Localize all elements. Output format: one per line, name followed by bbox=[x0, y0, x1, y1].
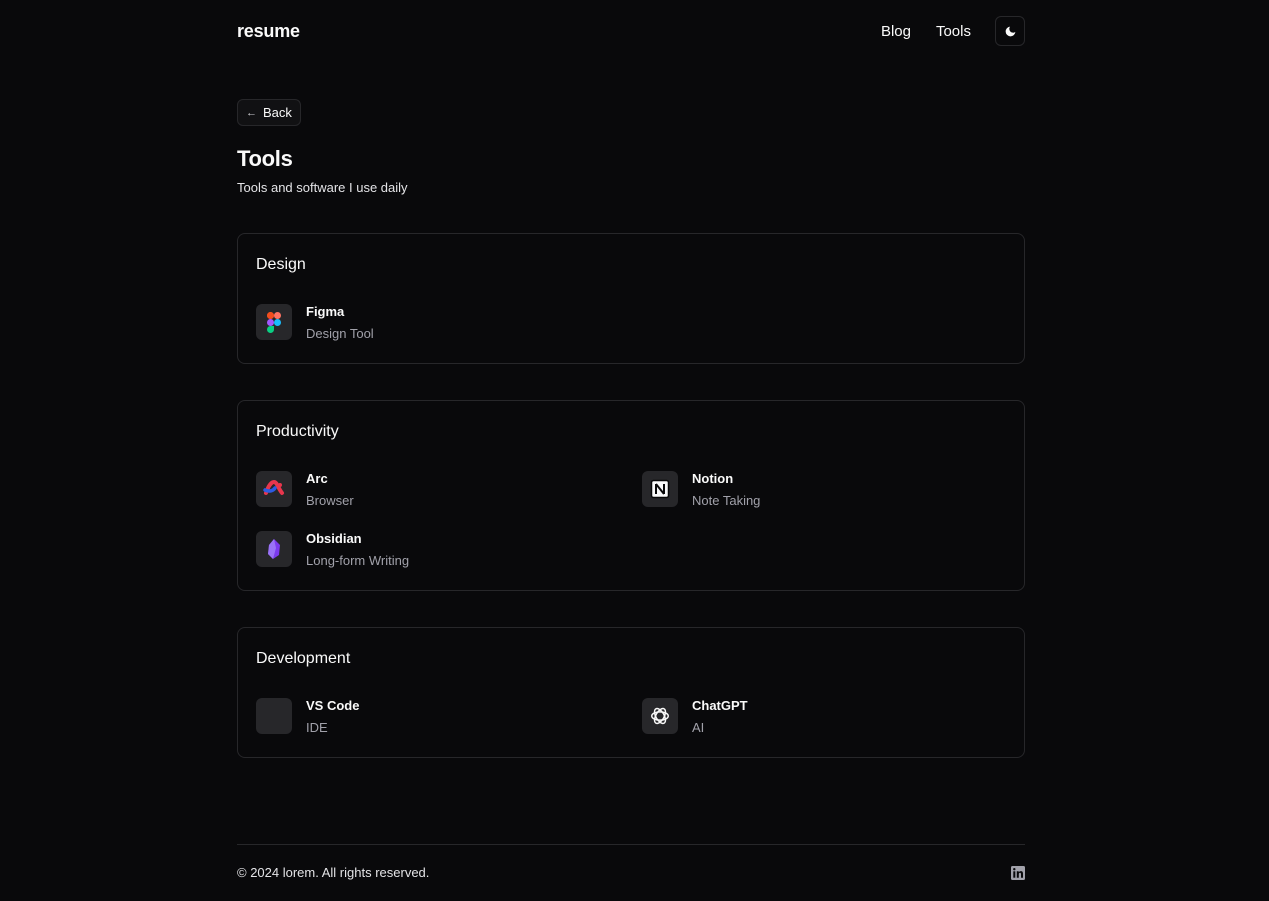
back-button-label: Back bbox=[263, 105, 292, 120]
tool-item-vscode[interactable]: VS Code IDE bbox=[256, 698, 359, 736]
tool-item-figma[interactable]: Figma Design Tool bbox=[256, 304, 374, 342]
tool-name: Obsidian bbox=[306, 531, 362, 546]
brand-logo[interactable]: resume bbox=[237, 21, 300, 42]
nav-link-tools[interactable]: Tools bbox=[936, 23, 971, 40]
section-design: Design Figma Design Tool bbox=[237, 233, 1025, 364]
arrow-left-icon: ← bbox=[246, 106, 257, 119]
section-title: Design bbox=[256, 256, 306, 273]
page-container: resume Blog Tools ← Back Tools Tools and… bbox=[237, 0, 1025, 901]
section-title: Development bbox=[256, 650, 351, 667]
tool-item-arc[interactable]: Arc Browser bbox=[256, 471, 354, 509]
tool-description: Note Taking bbox=[692, 493, 761, 508]
tool-name: VS Code bbox=[306, 698, 360, 713]
moon-icon bbox=[1005, 26, 1015, 36]
tool-name: Notion bbox=[692, 471, 734, 486]
section-productivity: Productivity Arc Browser Notion Note Tak… bbox=[237, 400, 1025, 591]
page-title: Tools bbox=[237, 146, 293, 171]
main-nav: Blog Tools bbox=[856, 16, 1025, 46]
page-subtitle: Tools and software I use daily bbox=[237, 180, 408, 195]
theme-toggle-button[interactable] bbox=[995, 16, 1025, 46]
nav-link-blog[interactable]: Blog bbox=[881, 23, 911, 40]
tool-name: ChatGPT bbox=[692, 698, 748, 713]
vscode-icon bbox=[256, 698, 292, 734]
copyright-text: © 2024 lorem. All rights reserved. bbox=[237, 865, 430, 880]
tool-description: IDE bbox=[306, 720, 328, 735]
figma-icon bbox=[256, 304, 292, 340]
tool-name: Figma bbox=[306, 304, 345, 319]
back-button[interactable]: ← Back bbox=[237, 99, 301, 126]
tool-name: Arc bbox=[306, 471, 328, 486]
tool-item-obsidian[interactable]: Obsidian Long-form Writing bbox=[256, 531, 409, 569]
section-title: Productivity bbox=[256, 423, 339, 440]
linkedin-icon[interactable] bbox=[1011, 865, 1025, 880]
tool-item-chatgpt[interactable]: ChatGPT AI bbox=[642, 698, 748, 736]
section-development: Development VS Code IDE ChatGPT AI bbox=[237, 627, 1025, 758]
tool-description: AI bbox=[692, 720, 705, 735]
notion-icon bbox=[642, 471, 678, 507]
site-header: resume Blog Tools bbox=[237, 0, 1025, 62]
tool-description: Long-form Writing bbox=[306, 553, 410, 568]
tool-description: Design Tool bbox=[306, 326, 374, 341]
chatgpt-icon bbox=[642, 698, 678, 734]
obsidian-icon bbox=[256, 531, 292, 567]
arc-icon bbox=[256, 471, 292, 507]
tool-item-notion[interactable]: Notion Note Taking bbox=[642, 471, 760, 509]
site-footer: © 2024 lorem. All rights reserved. bbox=[237, 844, 1025, 900]
tool-description: Browser bbox=[306, 493, 354, 508]
